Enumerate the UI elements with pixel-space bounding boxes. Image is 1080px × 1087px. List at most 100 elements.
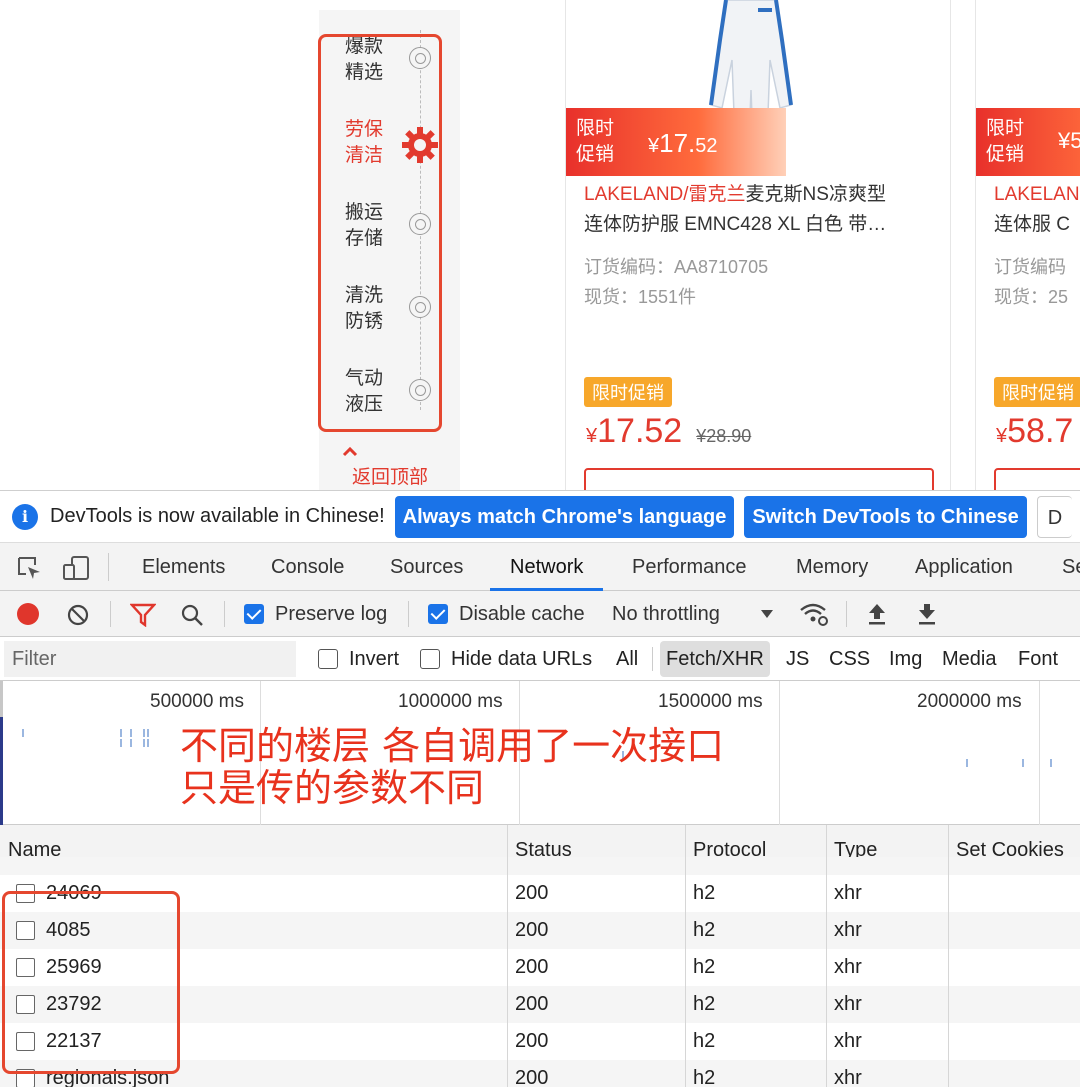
product-card[interactable]: 限时 促销 ¥5 LAKELAN 连体服 C 订货编码 现货：25 限时促销 ¥… [975, 0, 1080, 490]
promo-banner: 限时 促销 ¥5 [976, 108, 1080, 176]
promo-price-int: 17. [659, 128, 696, 158]
annotation-line2: 只是传的参数不同 [180, 766, 485, 810]
tab-memory[interactable]: Memory [796, 543, 868, 591]
preserve-log-checkbox[interactable] [244, 604, 264, 624]
disable-cache-label[interactable]: Disable cache [459, 591, 585, 637]
cell-status: 200 [515, 1067, 549, 1087]
cell-protocol: h2 [693, 919, 716, 941]
cell-status: 200 [515, 993, 549, 1015]
dont-show-again-button[interactable]: D [1036, 495, 1073, 538]
invert-checkbox[interactable] [318, 649, 338, 669]
order-code: 订货编码 [994, 257, 1066, 277]
product-title-line2[interactable]: 连体服 C [994, 210, 1070, 240]
tab-sources[interactable]: Sources [390, 543, 463, 591]
filter-icon[interactable] [130, 603, 156, 627]
cell-protocol: h2 [693, 1030, 716, 1052]
switch-to-chinese-button[interactable]: Switch DevTools to Chinese [744, 495, 1027, 538]
export-har-icon[interactable] [916, 602, 938, 626]
record-icon[interactable] [17, 603, 39, 625]
timeline-tick: 1500000 ms [658, 691, 763, 712]
device-toolbar-icon[interactable] [62, 555, 90, 581]
cell-type: xhr [834, 993, 862, 1015]
currency-symbol: ¥ [586, 425, 598, 447]
tab-elements[interactable]: Elements [142, 543, 225, 591]
type-filter-js[interactable]: JS [786, 637, 809, 681]
price-value: 17.52 [597, 412, 683, 450]
timeline-overview[interactable]: 500000 ms 1000000 ms 1500000 ms 2000000 … [0, 681, 1080, 825]
sale-price: ¥17.52 ¥28.90 [586, 412, 751, 451]
search-icon[interactable] [180, 603, 204, 627]
annotation-line1: 不同的楼层 各自调用了一次接口 [180, 724, 725, 768]
import-har-icon[interactable] [866, 602, 888, 626]
hide-data-urls-checkbox[interactable] [420, 649, 440, 669]
always-match-language-button[interactable]: Always match Chrome's language [394, 495, 735, 538]
timeline-tick: 1000000 ms [398, 691, 503, 712]
product-title[interactable]: LAKELAN [994, 180, 1080, 210]
invert-label[interactable]: Invert [349, 637, 399, 681]
price-value: 58.7 [1007, 412, 1074, 450]
chevron-down-icon[interactable] [760, 608, 774, 620]
inspect-element-icon[interactable] [16, 555, 42, 581]
tab-performance[interactable]: Performance [632, 543, 747, 591]
product-card[interactable]: 限时 促销 ¥17.52 LAKELAND/雷克兰麦克斯NS凉爽型 连体防护服 … [565, 0, 951, 490]
stock-count: 现货：1551件 [584, 287, 697, 307]
product-brand: LAKELAND/雷克兰 [584, 184, 746, 205]
annotation-highlight-box [2, 891, 180, 1074]
back-to-top-button[interactable]: 返回顶部 [340, 440, 440, 489]
cell-protocol: h2 [693, 882, 716, 904]
type-filter-font[interactable]: Font [1018, 637, 1058, 681]
cell-type: xhr [834, 919, 862, 941]
type-filter-css[interactable]: CSS [829, 637, 870, 681]
network-conditions-icon[interactable] [798, 601, 830, 627]
throttling-select[interactable]: No throttling [612, 591, 720, 637]
devtools-panel: i DevTools is now available in Chinese! … [0, 490, 1080, 1087]
timeline-tick: 500000 ms [150, 691, 245, 712]
add-to-cart-button[interactable] [584, 468, 934, 490]
type-filter-all[interactable]: All [616, 637, 638, 681]
sale-price: ¥58.7 [996, 412, 1073, 451]
product-title-line2[interactable]: 连体防护服 EMNC428 XL 白色 带… [584, 210, 934, 240]
clear-icon[interactable] [66, 603, 90, 627]
promo-price: ¥17.52 [648, 128, 718, 159]
promo-tag-line1: 限时 [986, 118, 1025, 139]
type-filter-img[interactable]: Img [889, 637, 922, 681]
promo-tag-line2: 促销 [576, 144, 615, 165]
type-filter-media[interactable]: Media [942, 637, 996, 681]
infobar-text: DevTools is now available in Chinese! [50, 505, 385, 527]
promo-badge: 限时促销 [584, 377, 672, 407]
disable-cache-checkbox[interactable] [428, 604, 448, 624]
cell-status: 200 [515, 1030, 549, 1052]
promo-tag-line1: 限时 [576, 118, 615, 139]
language-infobar: i DevTools is now available in Chinese! … [0, 491, 1080, 543]
product-title[interactable]: LAKELAND/雷克兰麦克斯NS凉爽型 [584, 180, 934, 210]
filter-input[interactable] [4, 641, 296, 677]
annotation-text: 不同的楼层 各自调用了一次接口 只是传的参数不同 [180, 725, 724, 809]
tab-security[interactable]: Se [1062, 543, 1080, 591]
tab-console[interactable]: Console [271, 543, 344, 591]
currency-symbol: ¥ [996, 425, 1008, 447]
hide-data-urls-label[interactable]: Hide data URLs [451, 637, 592, 681]
tab-application[interactable]: Application [915, 543, 1013, 591]
cell-status: 200 [515, 919, 549, 941]
original-price: ¥28.90 [696, 426, 752, 446]
type-filter-fetch-xhr[interactable]: Fetch/XHR [660, 641, 770, 677]
add-to-cart-button[interactable] [994, 468, 1080, 490]
table-row-partial [0, 857, 1080, 875]
cell-status: 200 [515, 956, 549, 978]
cell-protocol: h2 [693, 1067, 716, 1087]
promo-tag: 限时 促销 [986, 116, 1024, 168]
promo-badge: 限时促销 [994, 377, 1080, 407]
cell-type: xhr [834, 1030, 862, 1052]
filter-bar: Invert Hide data URLs All Fetch/XHR JS C… [0, 637, 1080, 681]
info-icon: i [12, 503, 38, 530]
stock-count: 现货：25 [994, 287, 1069, 307]
tab-network[interactable]: Network [490, 543, 604, 591]
back-to-top-label: 返回顶部 [351, 467, 428, 488]
promo-price: ¥5 [1058, 128, 1080, 153]
promo-price-dec: 52 [695, 135, 718, 157]
promo-tag: 限时 促销 [576, 116, 614, 168]
preserve-log-label[interactable]: Preserve log [275, 591, 387, 637]
cell-type: xhr [834, 956, 862, 978]
cell-type: xhr [834, 1067, 862, 1087]
timeline-tick: 2000000 ms [917, 691, 1022, 712]
